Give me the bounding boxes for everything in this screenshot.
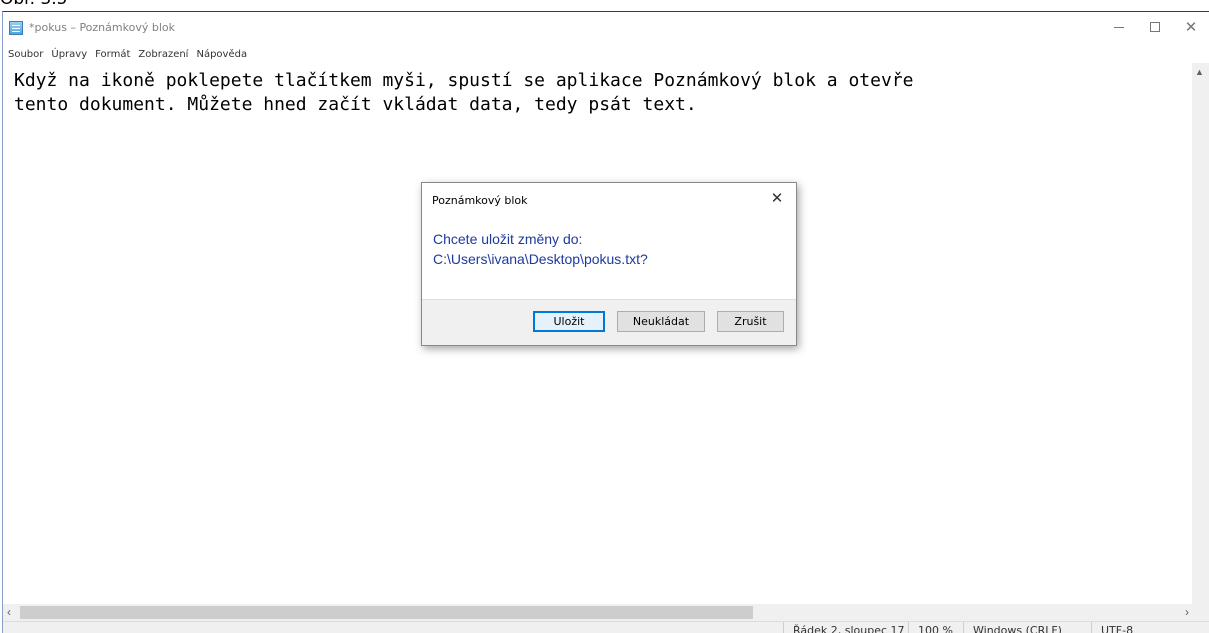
minimize-button[interactable] <box>1101 12 1137 42</box>
status-separator <box>963 622 964 633</box>
scroll-right-icon[interactable]: › <box>1185 605 1189 619</box>
dialog-message-line: Chcete uložit změny do: <box>433 231 583 247</box>
menu-bar: Soubor Úpravy Formát Zobrazení Nápověda <box>3 45 1209 63</box>
status-position: Řádek 2, sloupec 17 <box>793 624 905 633</box>
status-separator <box>783 622 784 633</box>
figure-caption: Obr. 3.5 <box>0 0 67 8</box>
menu-edit[interactable]: Úpravy <box>51 49 87 60</box>
maximize-button[interactable] <box>1137 12 1173 42</box>
editor-line: tento dokument. Můžete hned začít vkláda… <box>14 94 697 115</box>
maximize-icon <box>1150 22 1160 32</box>
notepad-icon[interactable] <box>9 21 23 35</box>
vertical-scrollbar[interactable]: ▲ <box>1192 63 1209 604</box>
horizontal-scrollbar[interactable]: ‹ › <box>3 604 1193 621</box>
dont-save-button[interactable]: Neukládat <box>617 311 705 332</box>
status-bar: Řádek 2, sloupec 17 100 % Windows (CRLF)… <box>3 621 1209 633</box>
scrollbar-corner <box>1192 604 1209 621</box>
save-button[interactable]: Uložit <box>533 311 605 332</box>
editor-line: Když na ikoně poklepete tlačítkem myši, … <box>14 70 914 91</box>
dialog-button-bar: Uložit Neukládat Zrušit <box>422 299 796 345</box>
window-title: *pokus – Poznámkový blok <box>29 21 175 34</box>
menu-help[interactable]: Nápověda <box>196 49 247 60</box>
close-icon: ✕ <box>1184 17 1198 36</box>
dialog-title: Poznámkový blok <box>432 194 528 207</box>
horizontal-scroll-thumb[interactable] <box>20 606 753 619</box>
dialog-close-button[interactable]: ✕ <box>768 189 786 207</box>
cancel-button[interactable]: Zrušit <box>717 311 784 332</box>
scroll-left-icon[interactable]: ‹ <box>7 605 11 619</box>
status-separator <box>1091 622 1092 633</box>
close-icon: ✕ <box>770 189 784 207</box>
save-changes-dialog: Poznámkový blok ✕ Chcete uložit změny do… <box>421 182 797 346</box>
status-zoom: 100 % <box>918 624 953 633</box>
menu-format[interactable]: Formát <box>95 49 130 60</box>
minimize-icon <box>1114 26 1124 28</box>
menu-view[interactable]: Zobrazení <box>138 49 188 60</box>
dialog-message: Chcete uložit změny do: C:\Users\ivana\D… <box>433 229 648 269</box>
close-button[interactable]: ✕ <box>1173 12 1209 42</box>
status-line-endings: Windows (CRLF) <box>973 624 1062 633</box>
menu-file[interactable]: Soubor <box>8 49 43 60</box>
dialog-file-path: C:\Users\ivana\Desktop\pokus.txt? <box>433 251 648 267</box>
status-separator <box>908 622 909 633</box>
status-encoding: UTF-8 <box>1101 624 1134 633</box>
title-bar[interactable]: *pokus – Poznámkový blok ✕ <box>3 12 1209 45</box>
scroll-up-icon[interactable]: ▲ <box>1195 67 1204 77</box>
